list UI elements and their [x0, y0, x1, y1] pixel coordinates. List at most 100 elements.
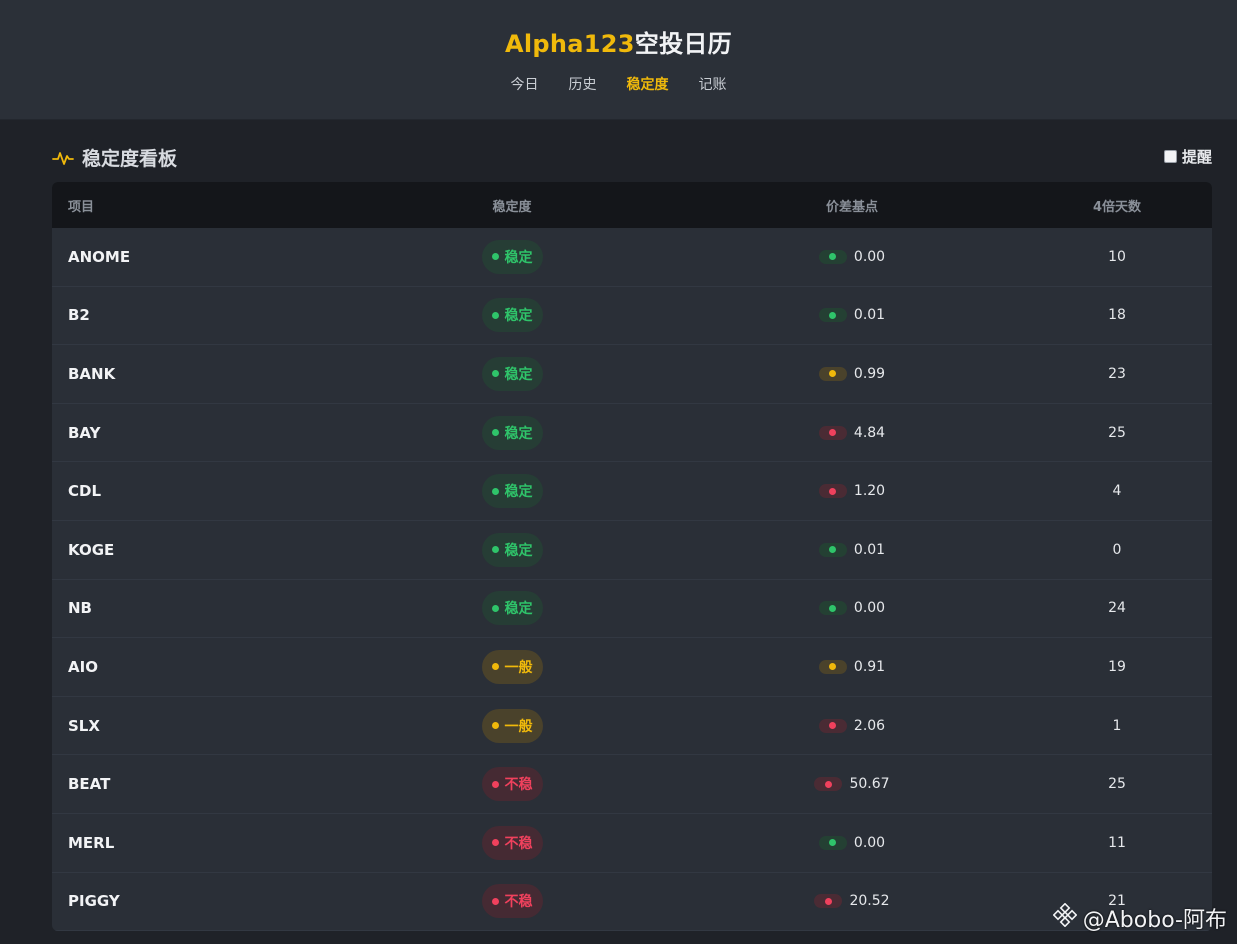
stability-badge: 稳定	[481, 591, 543, 626]
spread-text: 0.00	[853, 834, 886, 851]
remind-label: 提醒	[1181, 148, 1212, 166]
table-row[interactable]: AIO 一般 0.91 19	[52, 638, 1212, 697]
table-header: 项目 稳定度 价差基点 4倍天数	[52, 182, 1212, 228]
project-name-text: B2	[68, 306, 90, 325]
days-text: 4	[1112, 483, 1122, 500]
stability-cell: 稳定	[342, 532, 682, 567]
spread-cell: 0.00	[682, 600, 1022, 616]
table-row[interactable]: BAY 稳定 4.84 25	[52, 404, 1212, 463]
status-dot-icon	[491, 604, 499, 612]
stability-text: 不稳	[504, 835, 533, 852]
table-row[interactable]: ANOME 稳定 0.00 10	[52, 228, 1212, 287]
nav-today[interactable]: 今日	[511, 74, 539, 94]
spread-indicator-icon	[818, 484, 847, 499]
days-text: 24	[1108, 600, 1126, 617]
table-row[interactable]: B2 稳定 0.01 18	[52, 287, 1212, 346]
stability-badge: 稳定	[481, 474, 543, 509]
spread-text: 0.01	[853, 307, 886, 324]
spread-cell: 1.20	[682, 483, 1022, 499]
days-text: 0	[1112, 541, 1122, 558]
table-row[interactable]: PIGGY 不稳 20.52 21	[52, 873, 1212, 931]
spread-cell: 20.52	[682, 893, 1022, 909]
table-body: ANOME 稳定 0.00 10 B2 稳定 0.01 18 BANK 稳定 0.99 23 BAY 稳定…	[52, 228, 1212, 931]
days-text: 11	[1108, 834, 1126, 851]
col-stability[interactable]: 稳定度	[342, 196, 682, 215]
stability-badge: 不稳	[481, 884, 543, 919]
stability-cell: 不稳	[342, 767, 682, 802]
spread-cell: 0.91	[682, 659, 1022, 675]
table-row[interactable]: MERL 不稳 0.00 11	[52, 814, 1212, 873]
spread-value: 0.91	[818, 658, 886, 675]
project-name-text: ANOME	[68, 247, 131, 266]
spread-value: 0.01	[818, 307, 886, 324]
stability-cell: 不稳	[342, 884, 682, 919]
stability-text: 稳定	[504, 601, 533, 618]
spread-indicator-icon	[814, 777, 843, 792]
spread-indicator-icon	[818, 366, 847, 381]
spread-text: 0.91	[853, 658, 886, 675]
status-dot-icon	[491, 897, 499, 905]
nav-accounting[interactable]: 记账	[699, 74, 727, 94]
project-name-text: KOGE	[68, 540, 115, 559]
project-name: NB	[52, 599, 342, 617]
stability-cell: 稳定	[342, 474, 682, 509]
project-name: SLX	[52, 717, 342, 735]
stability-text: 一般	[504, 718, 533, 735]
nav-stability[interactable]: 稳定度	[627, 74, 669, 94]
days-cell: 11	[1022, 835, 1212, 851]
nav-history[interactable]: 历史	[569, 74, 597, 94]
days-text: 19	[1108, 658, 1126, 675]
table-row[interactable]: SLX 一般 2.06 1	[52, 697, 1212, 756]
spread-value: 20.52	[814, 893, 890, 909]
brand-rest: 空投日历	[634, 30, 732, 58]
stability-cell: 稳定	[342, 591, 682, 626]
project-name-text: AIO	[68, 657, 98, 676]
stability-cell: 稳定	[342, 298, 682, 333]
remind-toggle[interactable]: 提醒	[1163, 146, 1212, 167]
col-days[interactable]: 4倍天数	[1022, 196, 1212, 215]
stability-cell: 稳定	[342, 356, 682, 391]
col-spread[interactable]: 价差基点	[682, 196, 1022, 215]
spread-value: 0.99	[818, 366, 885, 382]
table-row[interactable]: BEAT 不稳 50.67 25	[52, 755, 1212, 814]
stability-cell: 稳定	[342, 239, 682, 274]
spread-text: 2.06	[853, 717, 886, 734]
table-row[interactable]: BANK 稳定 0.99 23	[52, 345, 1212, 404]
spread-value: 1.20	[818, 483, 885, 499]
stability-badge: 一般	[481, 649, 543, 684]
days-cell: 0	[1022, 542, 1212, 558]
status-dot-icon	[491, 839, 499, 847]
project-name: CDL	[52, 482, 342, 500]
days-text: 25	[1108, 776, 1126, 793]
project-name: MERL	[52, 834, 342, 852]
binance-logo-icon	[1052, 902, 1078, 933]
status-dot-icon	[491, 780, 499, 788]
days-text: 25	[1108, 424, 1126, 441]
table-row[interactable]: CDL 稳定 1.20 4	[52, 462, 1212, 521]
days-cell: 24	[1022, 600, 1212, 616]
spread-indicator-icon	[818, 835, 847, 850]
project-name: KOGE	[52, 541, 342, 559]
table-row[interactable]: NB 稳定 0.00 24	[52, 580, 1212, 639]
spread-cell: 0.01	[682, 307, 1022, 323]
stability-text: 稳定	[504, 425, 533, 442]
spread-value: 2.06	[818, 717, 886, 734]
project-name: AIO	[52, 658, 342, 676]
days-text: 1	[1112, 717, 1122, 734]
pulse-icon	[52, 150, 74, 166]
spread-text: 4.84	[853, 424, 886, 441]
table-row[interactable]: KOGE 稳定 0.01 0	[52, 521, 1212, 580]
spread-indicator-icon	[818, 308, 847, 323]
project-name-text: BEAT	[68, 775, 111, 794]
project-name-text: SLX	[68, 716, 100, 735]
project-name-text: PIGGY	[68, 892, 120, 911]
days-cell: 25	[1022, 425, 1212, 441]
days-cell: 23	[1022, 366, 1212, 382]
spread-value: 50.67	[814, 776, 890, 792]
stability-cell: 一般	[342, 708, 682, 743]
spread-text: 0.00	[853, 248, 886, 265]
spread-value: 4.84	[818, 424, 886, 441]
col-project[interactable]: 项目	[52, 196, 342, 215]
days-text: 10	[1108, 248, 1126, 265]
remind-checkbox[interactable]	[1163, 150, 1177, 163]
